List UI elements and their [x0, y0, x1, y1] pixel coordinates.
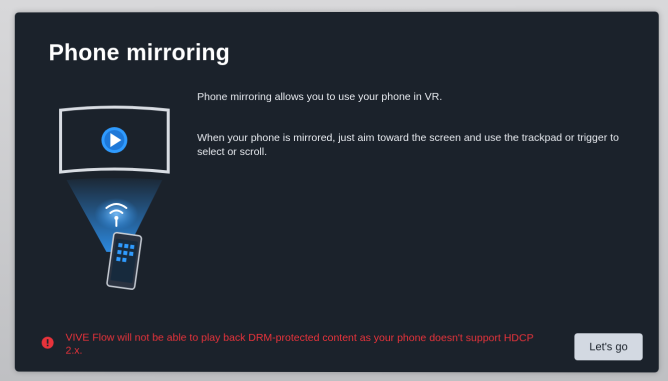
illustration-graphic	[55, 102, 185, 292]
intro-paragraph: Phone mirroring allows you to use your p…	[197, 90, 627, 104]
hdcp-warning: VIVE Flow will not be able to play back …	[42, 332, 542, 333]
lets-go-button[interactable]: Let's go	[574, 333, 642, 360]
play-icon	[101, 127, 127, 153]
warning-text: VIVE Flow will not be able to play back …	[66, 332, 541, 359]
dialog-title: Phone mirroring	[49, 39, 230, 66]
alert-circle-icon	[42, 337, 54, 349]
instructions-paragraph: When your phone is mirrored, just aim to…	[197, 131, 638, 159]
phone-mirroring-dialog: Phone mirroring Phone mirroring allows y…	[15, 12, 659, 373]
phone-mirroring-illustration	[55, 102, 185, 292]
